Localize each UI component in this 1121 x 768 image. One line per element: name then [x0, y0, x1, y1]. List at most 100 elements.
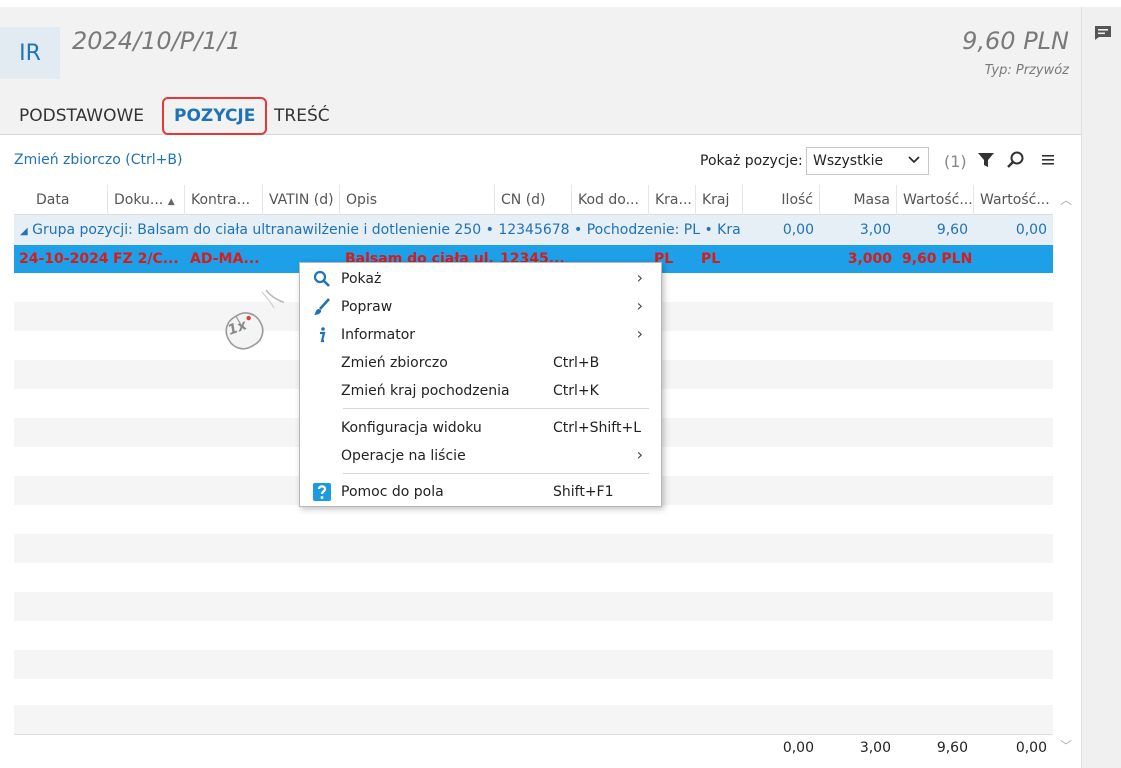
menu-item-konfiguracja[interactable]: Konfiguracja widoku Ctrl+Shift+L: [300, 414, 661, 442]
tab-podstawowe[interactable]: PODSTAWOWE: [19, 97, 144, 135]
menu-separator: [343, 473, 649, 474]
menu-item-label: Zmień kraj pochodzenia: [341, 383, 510, 399]
group-label-text: Grupa pozycji: Balsam do ciała ultranawi…: [32, 222, 740, 238]
right-side-panel: [1081, 7, 1121, 768]
footer-masa: 3,00: [859, 740, 891, 756]
column-header-wartosc2[interactable]: Wartość...: [974, 185, 1053, 215]
empty-row: [14, 650, 1053, 679]
menu-item-pomoc[interactable]: Pomoc do pola Shift+F1: [300, 478, 661, 506]
group-wartosc1: 9,60: [936, 222, 968, 238]
empty-row: [14, 679, 1053, 708]
vertical-scrollbar[interactable]: ︿ ﹀: [1054, 185, 1078, 760]
menu-item-shortcut: Shift+F1: [553, 484, 614, 500]
submenu-arrow-icon: ›: [636, 296, 643, 315]
search-icon[interactable]: [1006, 150, 1026, 170]
submenu-arrow-icon: ›: [636, 445, 643, 464]
mouse-click-hint: 1x: [214, 288, 297, 358]
column-header-opis[interactable]: Opis: [340, 185, 495, 215]
filter-icon[interactable]: [976, 150, 996, 170]
menu-item-popraw[interactable]: Popraw ›: [300, 293, 661, 321]
menu-item-shortcut: Ctrl+B: [553, 355, 600, 371]
empty-row: [14, 705, 1053, 734]
empty-row: [14, 592, 1053, 621]
show-positions-label: Pokaż pozycje:: [700, 153, 803, 169]
scroll-down-icon[interactable]: ﹀: [1060, 737, 1072, 754]
scroll-up-icon[interactable]: ︿: [1060, 191, 1072, 208]
column-header-vatin[interactable]: VATIN (d): [263, 185, 340, 215]
position-count: (1): [944, 152, 967, 171]
menu-item-label: Konfiguracja widoku: [341, 420, 482, 436]
info-icon: [320, 327, 326, 343]
grid-header: Data Doku... ▲ Kontra... VATIN (d) Opis …: [14, 185, 1053, 215]
menu-item-shortcut: Ctrl+K: [553, 383, 599, 399]
menu-item-zmien-kraj[interactable]: Zmień kraj pochodzenia Ctrl+K: [300, 377, 661, 405]
menu-item-zmien-zbiorczo[interactable]: Zmień zbiorczo Ctrl+B: [300, 349, 661, 377]
top-strip: [0, 0, 1121, 7]
context-menu: Pokaż › Popraw › Informator › Zmień zbio…: [299, 262, 662, 507]
column-header-kraj[interactable]: Kraj: [696, 185, 743, 215]
menu-item-pokaz[interactable]: Pokaż ›: [300, 265, 661, 293]
menu-separator: [343, 408, 649, 409]
document-header: IR 2024/10/P/1/1 9,60 PLN Typ: Przywóz: [0, 7, 1081, 97]
document-type: Typ: Przywóz: [984, 63, 1069, 78]
column-header-dokument-label: Doku...: [114, 192, 164, 208]
menu-item-operacje[interactable]: Operacje na liście ›: [300, 442, 661, 470]
empty-row: [14, 563, 1053, 592]
tab-pozycje[interactable]: POZYCJE: [162, 97, 268, 135]
cell-dokument: FZ 2/C...: [113, 251, 179, 267]
grid-footer: 0,00 3,00 9,60 0,00: [14, 734, 1053, 760]
cell-data: 24-10-2024: [19, 251, 108, 267]
menu-item-shortcut: Ctrl+Shift+L: [553, 420, 641, 436]
group-wartosc2: 0,00: [1015, 222, 1047, 238]
footer-wartosc2: 0,00: [1015, 740, 1047, 756]
menu-item-label: Popraw: [341, 299, 393, 315]
column-header-ilosc[interactable]: Ilość: [743, 185, 820, 215]
mouse-icon: [225, 289, 297, 350]
menu-item-informator[interactable]: Informator ›: [300, 321, 661, 349]
search-icon: [313, 270, 330, 287]
column-header-data[interactable]: Data: [14, 185, 108, 215]
bulk-edit-link[interactable]: Zmień zbiorczo (Ctrl+B): [14, 152, 182, 168]
menu-item-label: Pomoc do pola: [341, 484, 444, 500]
empty-row: [14, 505, 1053, 534]
sort-ascending-icon: ▲: [167, 197, 175, 207]
cell-wartosc: 9,60 PLN: [902, 251, 973, 267]
column-header-dokument[interactable]: Doku... ▲: [108, 185, 185, 215]
column-header-kraj-poch[interactable]: Kra...: [649, 185, 696, 215]
chevron-down-icon: [908, 152, 920, 169]
document-type-badge: IR: [0, 27, 60, 79]
cell-kontrahent: AD-MA...: [190, 251, 260, 267]
group-row[interactable]: ◢ Grupa pozycji: Balsam do ciała ultrana…: [14, 215, 1053, 245]
tab-tresc[interactable]: TREŚĆ: [274, 97, 330, 135]
empty-row: [14, 534, 1053, 563]
column-header-kontrahent[interactable]: Kontra...: [185, 185, 263, 215]
menu-item-label: Pokaż: [341, 271, 382, 287]
footer-wartosc1: 9,60: [936, 740, 968, 756]
app-window: IR 2024/10/P/1/1 9,60 PLN Typ: Przywóz P…: [0, 0, 1121, 768]
menu-item-label: Informator: [341, 327, 416, 343]
show-positions-value: Wszystkie: [813, 153, 884, 169]
brush-icon: [314, 298, 330, 315]
group-masa: 3,00: [859, 222, 891, 238]
cell-masa: 3,000: [847, 251, 892, 267]
cell-kraj: PL: [701, 251, 721, 267]
footer-ilosc: 0,00: [782, 740, 814, 756]
help-icon: [313, 483, 331, 501]
tab-bar: PODSTAWOWE POZYCJE TREŚĆ: [0, 97, 1081, 135]
column-header-kod[interactable]: Kod do...: [572, 185, 649, 215]
document-number: 2024/10/P/1/1: [72, 27, 241, 55]
document-amount: 9,60 PLN: [962, 27, 1069, 55]
empty-row: [14, 621, 1053, 650]
column-header-cn[interactable]: CN (d): [495, 185, 572, 215]
column-header-wartosc1[interactable]: Wartość...: [897, 185, 974, 215]
comment-icon[interactable]: [1094, 25, 1112, 41]
menu-item-label: Operacje na liście: [341, 448, 466, 464]
column-header-masa[interactable]: Masa: [820, 185, 897, 215]
submenu-arrow-icon: ›: [636, 268, 643, 287]
menu-icon[interactable]: [1038, 150, 1058, 170]
submenu-arrow-icon: ›: [636, 324, 643, 343]
group-label: ◢ Grupa pozycji: Balsam do ciała ultrana…: [20, 215, 740, 245]
group-ilosc: 0,00: [782, 222, 814, 238]
show-positions-select[interactable]: Wszystkie: [806, 147, 929, 175]
collapse-triangle-icon[interactable]: ◢: [20, 226, 28, 237]
